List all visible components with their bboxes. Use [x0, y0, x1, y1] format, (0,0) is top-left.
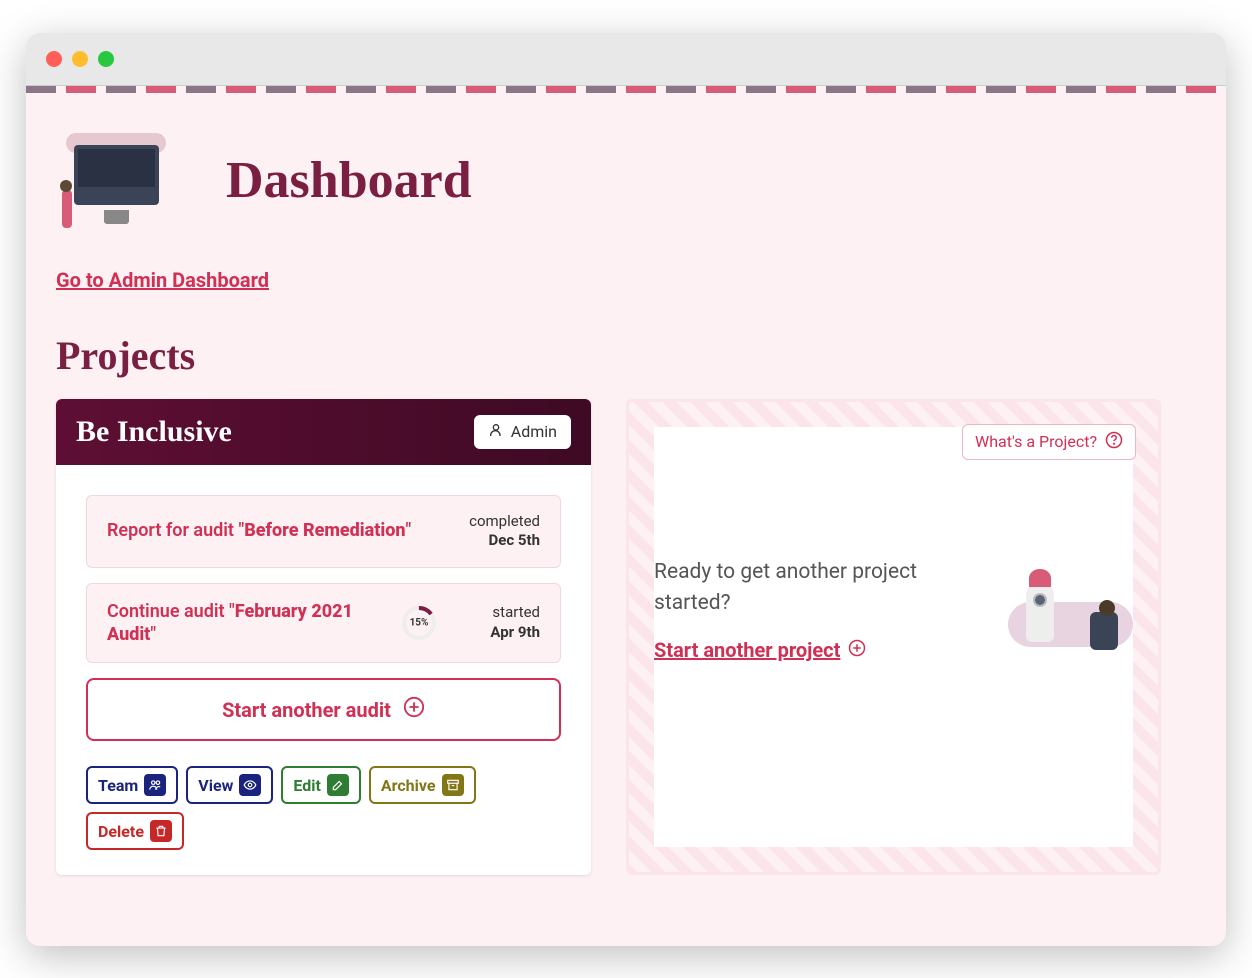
- accent-stripe: [26, 86, 1226, 93]
- help-circle-icon: [1105, 431, 1123, 453]
- admin-badge-label: Admin: [511, 422, 557, 441]
- titlebar: [26, 33, 1226, 86]
- projects-heading: Projects: [56, 332, 1196, 379]
- project-card: Be Inclusive Admin Report for audit "Bef…: [56, 399, 591, 876]
- team-icon: [144, 774, 166, 796]
- delete-button[interactable]: Delete: [86, 812, 184, 850]
- audit-row-completed[interactable]: Report for audit "Before Remediation" co…: [86, 495, 561, 568]
- window-maximize-icon[interactable]: [98, 51, 114, 67]
- progress-ring-icon: 15%: [400, 604, 438, 642]
- content-area: Dashboard Go to Admin Dashboard Projects…: [26, 86, 1226, 946]
- trash-icon: [150, 820, 172, 842]
- eye-icon: [239, 774, 261, 796]
- view-button[interactable]: View: [186, 766, 273, 804]
- project-name: Be Inclusive: [76, 415, 232, 449]
- projects-grid: Be Inclusive Admin Report for audit "Bef…: [56, 399, 1196, 876]
- start-audit-button[interactable]: Start another audit: [86, 678, 561, 741]
- team-button[interactable]: Team: [86, 766, 178, 804]
- audit-status: startedApr 9th: [450, 603, 540, 642]
- admin-dashboard-link[interactable]: Go to Admin Dashboard: [56, 268, 269, 292]
- archive-button[interactable]: Archive: [369, 766, 476, 804]
- page-header: Dashboard: [56, 133, 1196, 228]
- whats-a-project-button[interactable]: What's a Project?: [962, 424, 1136, 460]
- rocket-illustration-icon: [1008, 557, 1133, 662]
- new-project-card: What's a Project? Ready to get another p…: [626, 399, 1161, 876]
- start-project-link[interactable]: Start another project: [654, 638, 866, 662]
- audit-status: completedDec 5th: [450, 512, 540, 551]
- page-title: Dashboard: [226, 151, 472, 210]
- edit-button[interactable]: Edit: [281, 766, 361, 804]
- user-icon: [488, 422, 504, 442]
- project-actions: Team View Edit Archive: [56, 766, 591, 875]
- audit-row-in-progress[interactable]: Continue audit "February 2021 Audit" 15%: [86, 583, 561, 664]
- plus-circle-icon: [848, 638, 866, 662]
- edit-icon: [327, 774, 349, 796]
- audit-title: Continue audit "February 2021 Audit": [107, 600, 388, 647]
- admin-badge: Admin: [474, 415, 571, 449]
- dashboard-illustration-icon: [56, 133, 176, 228]
- start-audit-label: Start another audit: [222, 698, 391, 722]
- new-project-prompt: Ready to get another project started?: [654, 557, 988, 620]
- project-card-body: Report for audit "Before Remediation" co…: [56, 465, 591, 767]
- browser-window: Dashboard Go to Admin Dashboard Projects…: [26, 33, 1226, 946]
- window-minimize-icon[interactable]: [72, 51, 88, 67]
- window-close-icon[interactable]: [46, 51, 62, 67]
- archive-icon: [442, 774, 464, 796]
- plus-circle-icon: [403, 696, 425, 723]
- project-card-header: Be Inclusive Admin: [56, 399, 591, 465]
- audit-title: Report for audit "Before Remediation": [107, 519, 411, 542]
- progress-label: 15%: [410, 617, 429, 628]
